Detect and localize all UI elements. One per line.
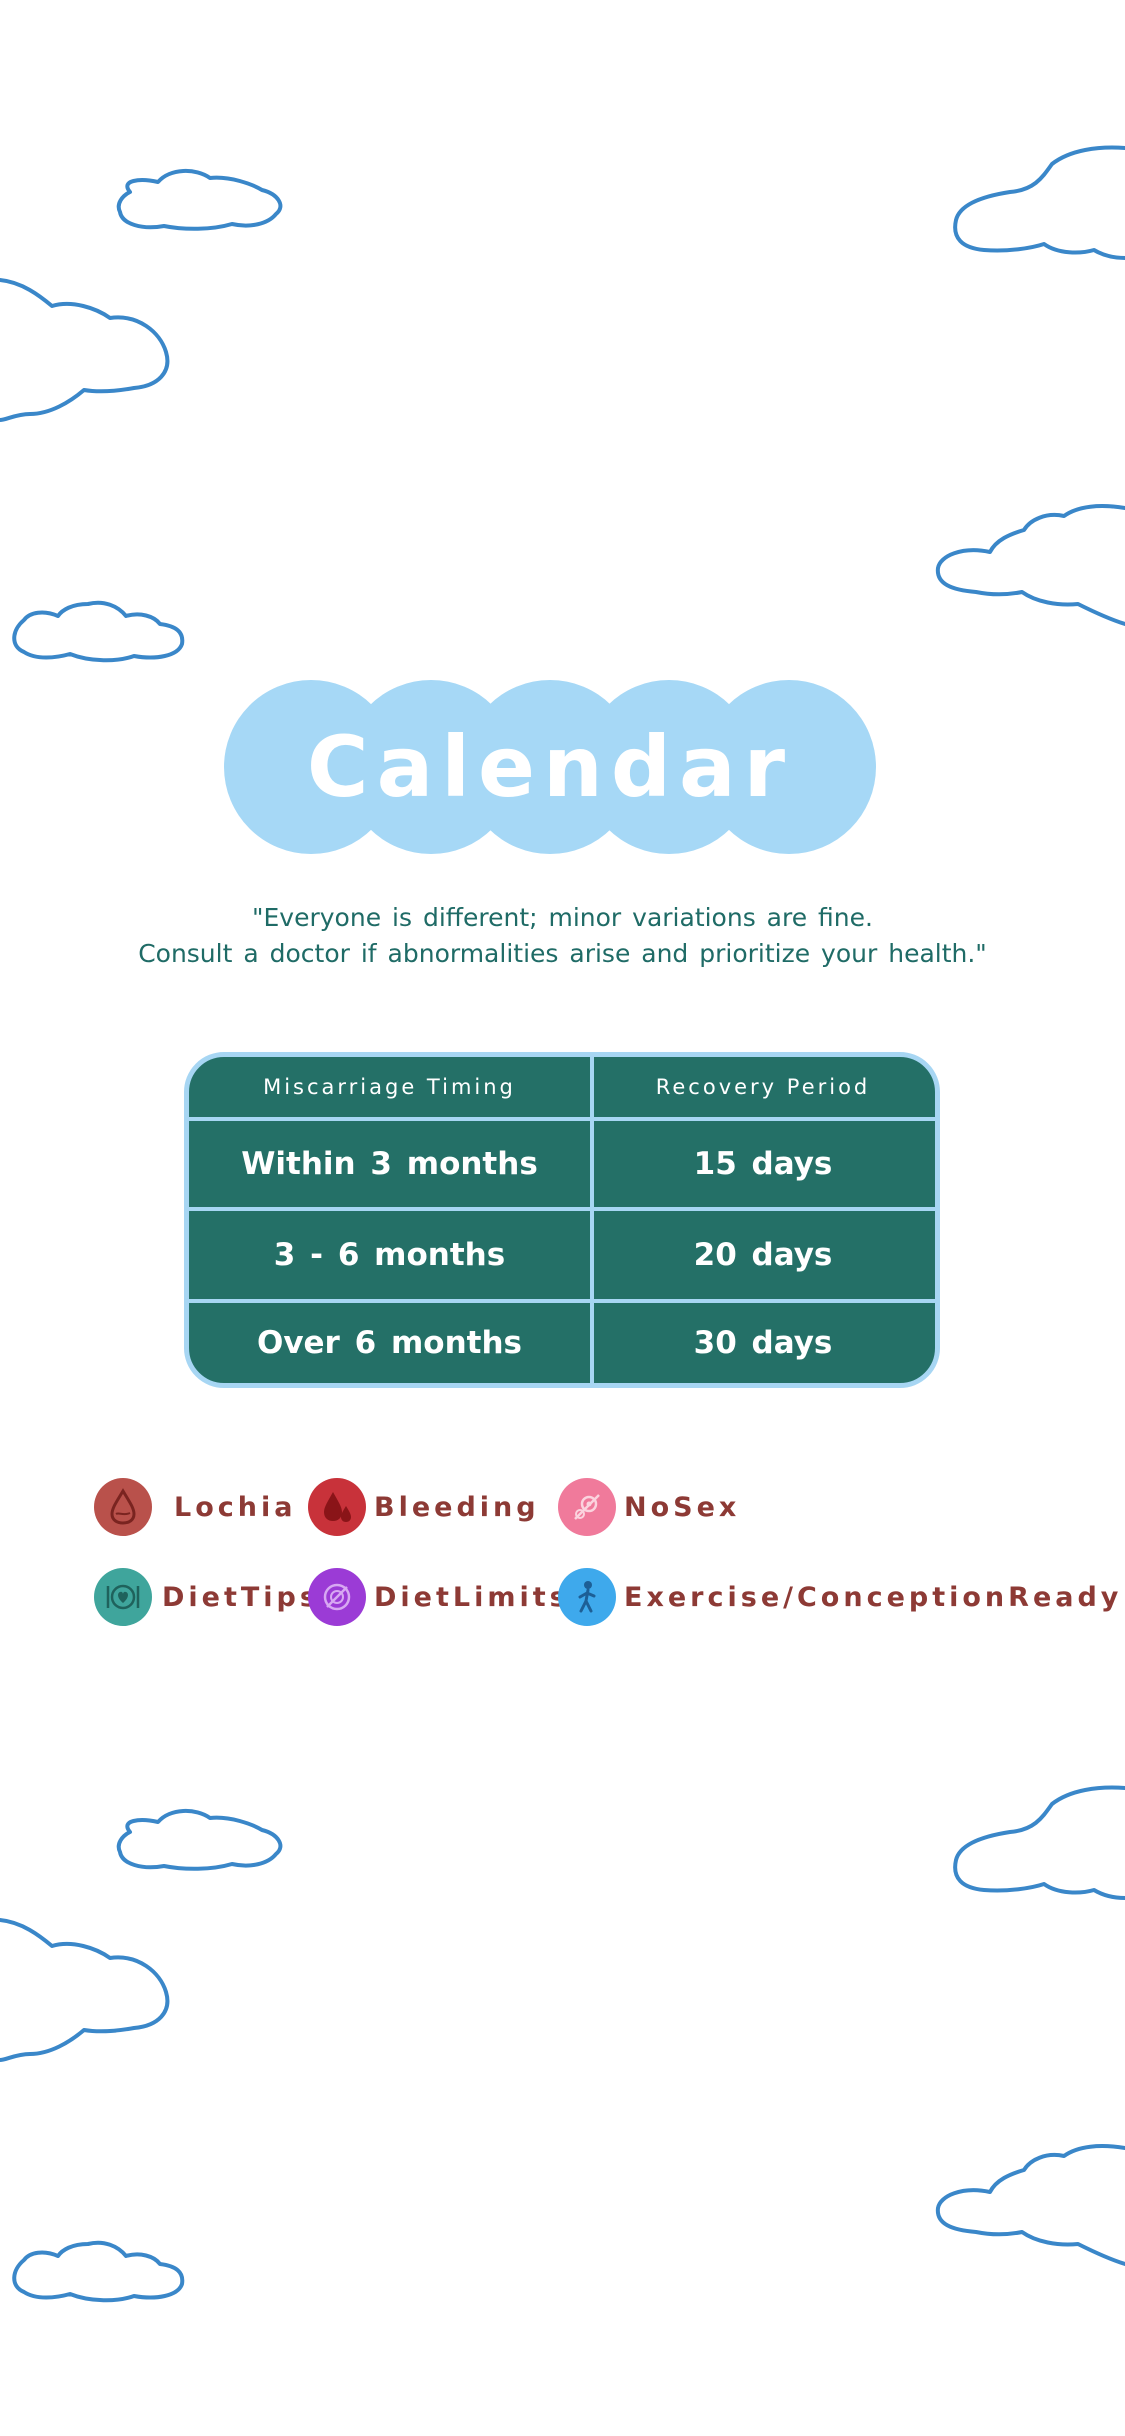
drop-outline-icon (94, 1478, 152, 1536)
recovery-table: Miscarriage Timing Recovery Period Withi… (184, 1052, 940, 1388)
advice-quote: "Everyone is different; minor variations… (100, 900, 1025, 972)
diet-tips-icon (94, 1568, 152, 1626)
legend-label: Bleeding (374, 1491, 540, 1523)
cloud-icon (116, 1809, 283, 1871)
legend-item-nosex: NoSex (558, 1478, 740, 1536)
recovery-cell: 20 days (693, 1237, 833, 1273)
header-recovery-period: Recovery Period (655, 1075, 871, 1099)
exercise-icon (558, 1568, 616, 1626)
cloud-icon (953, 1785, 1125, 1900)
legend-label: Lochia (174, 1491, 297, 1523)
legend-item-lochia: Lochia (94, 1478, 296, 1536)
cloud-icon (953, 145, 1125, 260)
timing-cell: 3 - 6 months (273, 1237, 506, 1273)
table-row: Within 3 months 15 days (189, 1121, 935, 1207)
table-row: 3 - 6 months 20 days (189, 1211, 935, 1299)
quote-line-2: Consult a doctor if abnormalities arise … (138, 939, 987, 968)
legend-label: Exercise/ConceptionReady (624, 1581, 1123, 1613)
blood-drops-icon (308, 1478, 366, 1536)
legend-label: DietTips (162, 1581, 320, 1613)
legend-item-bleeding: Bleeding (308, 1478, 540, 1536)
cloud-icon (935, 504, 1125, 626)
table-row: Over 6 months 30 days (189, 1303, 935, 1383)
page-title: Calendar (306, 718, 794, 816)
legend-item-exercise: Exercise/ConceptionReady (558, 1568, 1122, 1626)
table-header-row: Miscarriage Timing Recovery Period (189, 1057, 935, 1117)
cloud-icon (935, 2144, 1125, 2266)
cloud-icon (0, 1918, 170, 2062)
cloud-icon (0, 278, 170, 422)
cloud-icon (12, 2240, 185, 2303)
legend-item-dietlimits: DietLimits (308, 1568, 570, 1626)
header-miscarriage-timing: Miscarriage Timing (263, 1075, 516, 1099)
recovery-cell: 30 days (693, 1325, 833, 1361)
recovery-cell: 15 days (693, 1146, 833, 1182)
legend-item-diettips: DietTips (94, 1568, 320, 1626)
timing-cell: Over 6 months (256, 1325, 523, 1361)
cloud-icon (116, 169, 283, 231)
legend-label: DietLimits (374, 1581, 570, 1613)
cloud-icon (12, 600, 185, 663)
diet-limits-icon (308, 1568, 366, 1626)
quote-line-1: "Everyone is different; minor variations… (252, 903, 873, 932)
no-sex-icon (558, 1478, 616, 1536)
title-banner: Calendar (224, 680, 876, 854)
timing-cell: Within 3 months (241, 1146, 538, 1182)
column-divider (590, 1057, 594, 1383)
legend-label: NoSex (624, 1491, 741, 1523)
